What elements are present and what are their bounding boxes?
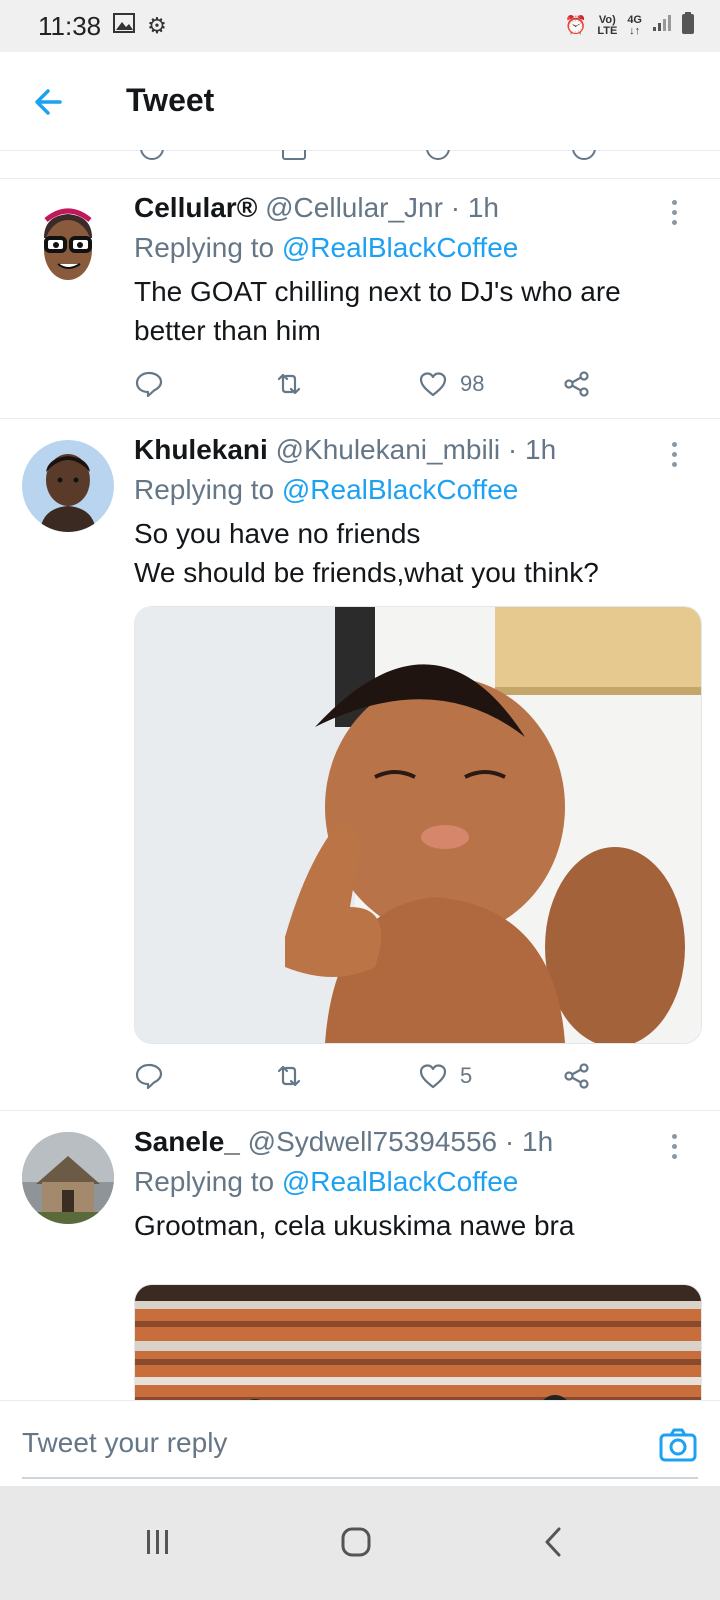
replying-to: Replying to @RealBlackCoffee (134, 470, 696, 510)
tweet-text-line: better than him (134, 315, 321, 346)
replying-to: Replying to @RealBlackCoffee (134, 1162, 696, 1202)
avatar[interactable] (22, 1132, 114, 1224)
share-icon[interactable] (562, 1056, 592, 1096)
author-name[interactable]: Sanele_ (134, 1126, 240, 1157)
network-type-indicator: 4G ↓↑ (627, 13, 642, 37)
reply-tweet[interactable]: Khulekani @Khulekani_mbili · 1h Replying… (0, 418, 720, 1111)
mention-link[interactable]: @RealBlackCoffee (282, 232, 518, 263)
tweet-actions: 98 (134, 364, 614, 404)
reply-composer[interactable]: Tweet your reply (0, 1400, 720, 1487)
like-button[interactable]: 98 (418, 364, 484, 404)
author-handle[interactable]: @Cellular_Jnr (265, 192, 443, 223)
tweet-text-line: We should be friends,what you think? (134, 557, 599, 588)
like-icon[interactable] (426, 150, 450, 160)
tweet-text: Grootman, cela ukuskima nawe bra (134, 1206, 696, 1245)
gallery-icon (113, 13, 136, 39)
tweet-time: · 1h (507, 434, 557, 465)
reply-tweet[interactable]: Cellular® @Cellular_Jnr · 1h Replying to… (0, 178, 720, 419)
more-options-icon[interactable] (672, 200, 680, 230)
retweet-icon[interactable] (274, 1056, 304, 1096)
battery-icon (682, 12, 694, 39)
replying-prefix: Replying to (134, 1166, 275, 1197)
author-handle[interactable]: @Khulekani_mbili (276, 434, 501, 465)
reply-icon[interactable] (134, 364, 164, 404)
author-name[interactable]: Khulekani (134, 434, 268, 465)
tweet-text-line: So you have no friends (134, 518, 421, 549)
reply-input[interactable]: Tweet your reply (22, 1427, 227, 1459)
tweet-header: Sanele_ @Sydwell75394556 · 1h (134, 1122, 696, 1162)
more-options-icon[interactable] (672, 1134, 680, 1164)
volte-label: Vo) (598, 13, 616, 26)
status-indicators: ⏰ Vo) LTE 4G ↓↑ (565, 12, 694, 39)
input-underline (22, 1477, 698, 1479)
author-handle[interactable]: @Sydwell75394556 (248, 1126, 497, 1157)
replying-to: Replying to @RealBlackCoffee (134, 228, 696, 268)
app-bar: Tweet (0, 52, 720, 151)
reply-tweet[interactable]: Sanele_ @Sydwell75394556 · 1h Replying t… (0, 1110, 720, 1400)
like-button[interactable]: 5 (418, 1056, 472, 1096)
share-icon[interactable] (572, 150, 596, 160)
arrow-left-icon[interactable] (30, 82, 70, 122)
network-4g-label: 4G (627, 13, 642, 26)
heart-icon (419, 372, 447, 397)
tweet-content: Sanele_ @Sydwell75394556 · 1h Replying t… (134, 1122, 696, 1245)
volte-indicator: Vo) LTE (597, 13, 618, 37)
status-time: 11:38 (38, 10, 102, 41)
more-options-icon[interactable] (672, 442, 680, 472)
previous-tweet-actions (0, 150, 720, 179)
settings-gear-icon: ⚙ (147, 13, 167, 38)
retweet-icon[interactable] (274, 364, 304, 404)
tweet-photo[interactable] (134, 1284, 702, 1400)
recent-apps-icon[interactable] (138, 1522, 178, 1562)
lte-label: LTE (597, 24, 618, 37)
avatar[interactable] (22, 198, 114, 290)
reply-icon[interactable] (140, 150, 164, 160)
camera-icon[interactable] (658, 1425, 698, 1465)
tweet-time: · 1h (504, 1126, 554, 1157)
heart-icon (419, 1064, 447, 1089)
share-icon[interactable] (562, 364, 592, 404)
author-name[interactable]: Cellular® (134, 192, 257, 223)
tweet-time: · 1h (450, 192, 499, 223)
replying-prefix: Replying to (134, 474, 275, 505)
tweet-photo[interactable] (134, 606, 702, 1044)
data-arrows-label: ↓↑ (629, 24, 641, 37)
reply-icon[interactable] (134, 1056, 164, 1096)
tweet-text-line: The GOAT chilling next to DJ's who are (134, 276, 621, 307)
page-title: Tweet (126, 82, 215, 118)
like-count: 5 (460, 1063, 473, 1088)
system-nav-bar (0, 1486, 720, 1600)
back-icon[interactable] (534, 1522, 574, 1562)
tweet-content: Cellular® @Cellular_Jnr · 1h Replying to… (134, 188, 696, 350)
like-count: 98 (460, 371, 485, 396)
mention-link[interactable]: @RealBlackCoffee (282, 474, 518, 505)
home-icon[interactable] (336, 1522, 376, 1562)
retweet-icon[interactable] (282, 150, 306, 160)
signal-bars-icon (652, 14, 672, 37)
tweet-text: The GOAT chilling next to DJ's who are b… (134, 272, 696, 350)
status-bar: 11:38 ⚙ ⏰ Vo) LTE 4G ↓↑ (0, 0, 720, 52)
avatar[interactable] (22, 440, 114, 532)
tweet-header: Khulekani @Khulekani_mbili · 1h (134, 430, 696, 470)
mention-link[interactable]: @RealBlackCoffee (282, 1166, 518, 1197)
tweet-content: Khulekani @Khulekani_mbili · 1h Replying… (134, 430, 696, 592)
replying-prefix: Replying to (134, 232, 275, 263)
alarm-icon: ⏰ (564, 15, 588, 35)
tweet-text: So you have no friends We should be frie… (134, 514, 696, 592)
tweet-actions: 5 (134, 1056, 614, 1096)
tweet-header: Cellular® @Cellular_Jnr · 1h (134, 188, 696, 228)
tweet-text-line: Grootman, cela ukuskima nawe bra (134, 1210, 575, 1241)
